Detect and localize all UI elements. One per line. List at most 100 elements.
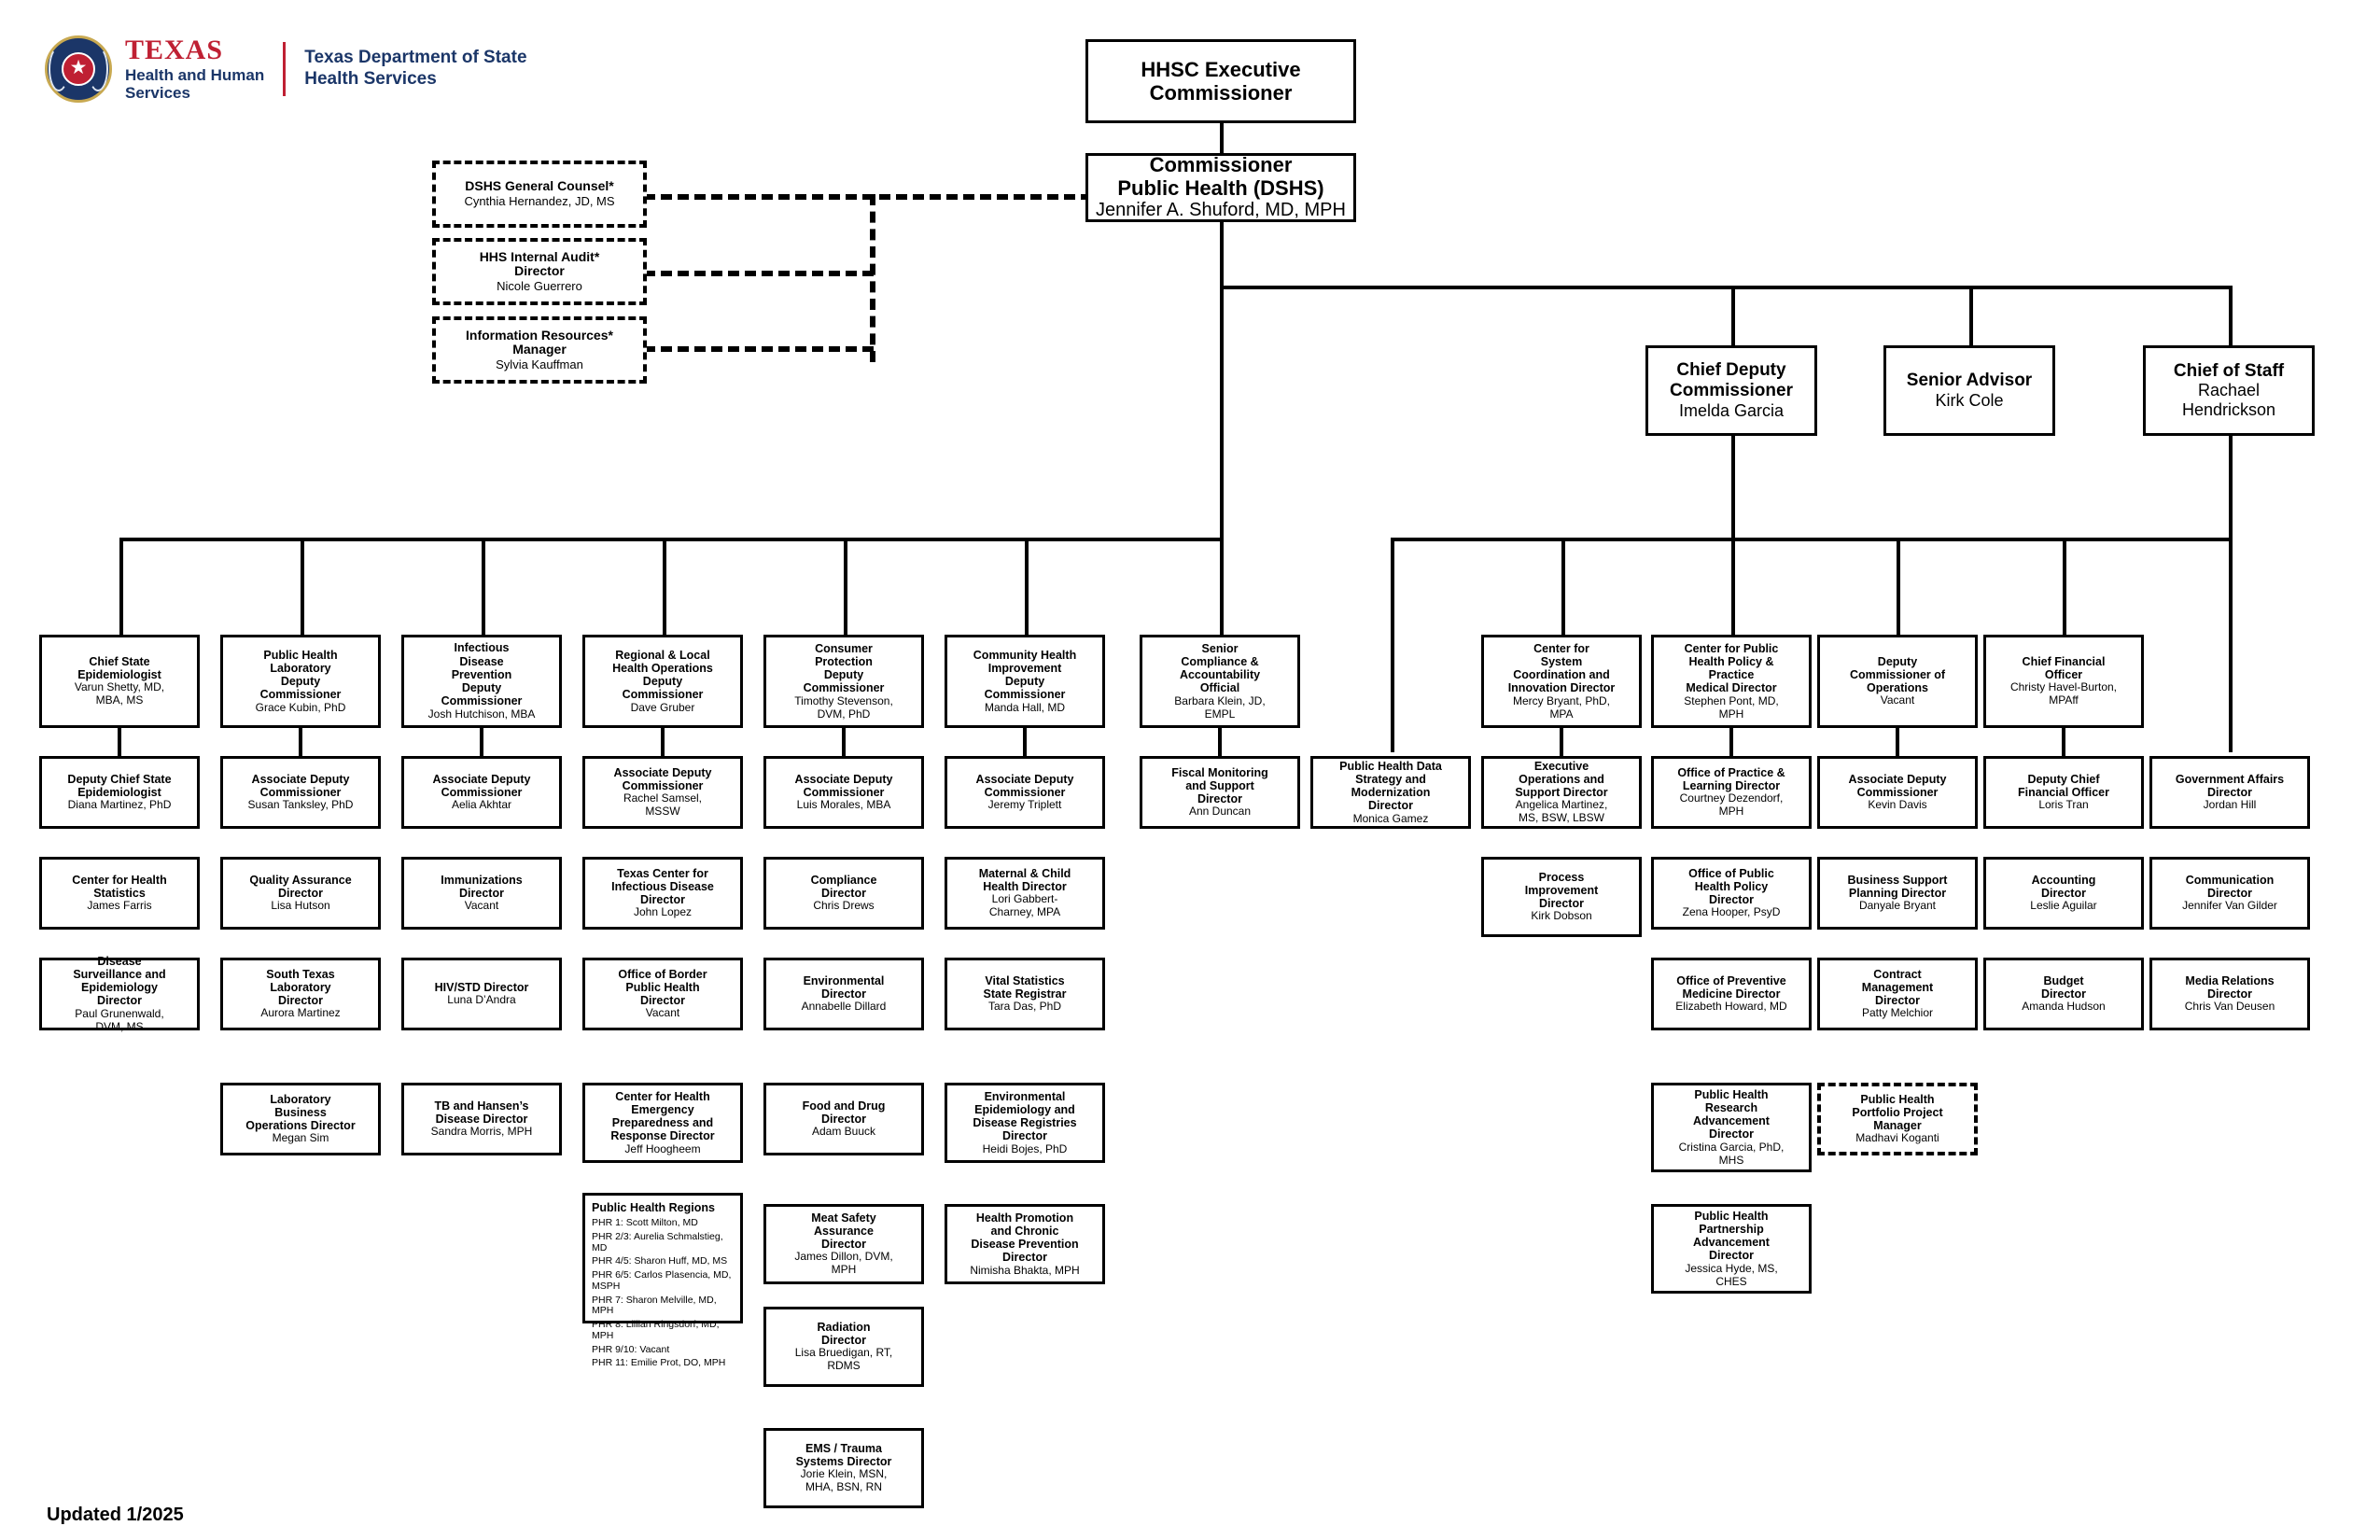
connector-head-to-child [118, 728, 121, 756]
box-title: Public Health Laboratory Deputy Commissione… [259, 648, 342, 702]
box-name: Loris Tran [2038, 798, 2089, 812]
box-center-for-health-emergency-preparedness-and-res: Center for Health Emergency Preparedness a… [582, 1083, 743, 1163]
connector-commissioner-down [1220, 220, 1224, 287]
box-title: DSHS General Counsel* [465, 178, 614, 194]
box-name: Kirk Dobson [1531, 909, 1592, 923]
box-dshs-general-counsel: DSHS General Counsel* Cynthia Hernandez,… [432, 161, 647, 228]
box-media-relations-director: Media Relations Director Chris Van Deusen [2149, 958, 2310, 1030]
box-chief-financial-officer: Chief Financial Officer Christy Havel-Burt… [1983, 635, 2144, 728]
box-name: Dave Gruber [630, 700, 695, 714]
connector-head-to-child [842, 728, 846, 756]
box-ems-trauma-systems-director: EMS / Trauma Systems Director Jorie Klein,… [763, 1428, 924, 1508]
logo-department-line1: Texas Department of State [304, 48, 527, 68]
box-chief-state-epidemiologist: Chief State Epidemiologist Varun Shetty, M… [39, 635, 200, 728]
box-office-of-preventive-medicine-director: Office of Preventive Medicine Director Eli… [1651, 958, 1812, 1030]
box-hhs-internal-audit: HHS Internal Audit* Director Nicole Guerr… [432, 238, 647, 305]
box-title: Infectious Disease Prevention Deputy Commiss… [441, 641, 523, 708]
box-title: Contract Management Director [1861, 967, 1934, 1008]
box-name: Jennifer Van Gilder [2182, 899, 2277, 913]
box-information-resources: Information Resources* Manager Sylvia Kau… [432, 316, 647, 384]
connector-drop-7 [1220, 538, 1224, 635]
box-name: Zena Hooper, PsyD [1682, 905, 1781, 919]
box-center-for-public-health-policy-practice-medical: Center for Public Health Policy & Practice… [1651, 635, 1812, 728]
box-title: Associate Deputy Commissioner [794, 772, 893, 800]
box-quality-assurance-director: Quality Assurance Director Lisa Hutson [220, 857, 381, 930]
box-title: TB and Hansen’s Disease Director [434, 1099, 529, 1127]
box-community-health-improvement-deputy-commissioner: Community Health Improvement Deputy Commiss… [945, 635, 1105, 728]
connector-drop-13 [2229, 538, 2233, 752]
box-title: Vital Statistics State Registrar [983, 973, 1067, 1001]
box-name: Annabelle Dillard [801, 1000, 887, 1014]
box-title: Center for Health Emergency Preparedness a… [610, 1089, 715, 1143]
box-name: Courtney Dezendorf, MPH [1679, 791, 1784, 819]
connector-drop-9 [1561, 538, 1565, 635]
box-radiation-director: Radiation Director Lisa Bruedigan, RT, RDMS [763, 1307, 924, 1387]
dashed-connector-spine [870, 194, 875, 362]
box-name: Leslie Aguilar [2030, 899, 2097, 913]
box-title: Commissioner Public Health (DSHS) [1117, 153, 1324, 201]
box-name: Adam Buuck [811, 1125, 876, 1139]
box-title: Center for System Coordination and Innovati… [1507, 641, 1616, 695]
box-name: Josh Hutchison, MBA [427, 707, 536, 721]
box-name: Barbara Klein, JD, EMPL [1174, 693, 1266, 721]
box-deputy-commissioner-of-operations: Deputy Commissioner of Operations Vacant [1817, 635, 1978, 728]
box-name: Cynthia Hernandez, JD, MS [464, 194, 615, 209]
box-hiv-std-director: HIV/STD Director Luna D’Andra [401, 958, 562, 1030]
box-title: Center for Health Statistics [72, 873, 167, 901]
box-name: Nicole Guerrero [497, 279, 582, 294]
connector-drop-11 [1897, 538, 1900, 635]
box-health-promotion-and-chronic-disease-prevention-: Health Promotion and Chronic Disease Preve… [945, 1204, 1105, 1284]
public-health-regions-header: Public Health Regions [592, 1201, 715, 1214]
box-title: Executive Operations and Support Director [1515, 759, 1608, 800]
box-title: Chief State Epidemiologist [77, 654, 161, 682]
box-maternal-child-health-director: Maternal & Child Health Director Lori Gabb… [945, 857, 1105, 930]
box-title: Associate Deputy Commissioner [975, 772, 1074, 800]
box-commissioner-public-health: Commissioner Public Health (DSHS) Jennife… [1085, 153, 1356, 222]
box-title: Chief of Staff [2173, 360, 2285, 381]
box-title: Associate Deputy Commissioner [613, 765, 712, 793]
box-name: Aelia Akhtar [451, 798, 512, 812]
box-meat-safety-assurance-director: Meat Safety Assurance Director James Dillon… [763, 1204, 924, 1284]
box-associate-deputy-commissioner: Associate Deputy Commissioner Aelia Akhtar [401, 756, 562, 829]
box-environmental-epidemiology-and-disease-registrie: Environmental Epidemiology and Disease Reg… [945, 1083, 1105, 1163]
box-deputy-chief-financial-officer: Deputy Chief Financial Officer Loris Tran [1983, 756, 2144, 829]
connector-head-to-child [661, 728, 665, 756]
box-title: Public Health Research Advancement Director [1693, 1087, 1770, 1141]
box-title: Associate Deputy Commissioner [432, 772, 531, 800]
connector-drop-4 [663, 538, 666, 635]
box-name: Lisa Bruedigan, RT, RDMS [794, 1346, 893, 1373]
box-title: Government Affairs Director [2175, 772, 2285, 800]
box-title: Chief Deputy Commissioner [1670, 360, 1793, 401]
box-title: Media Relations Director [2185, 973, 2275, 1001]
box-name: Diana Martinez, PhD [67, 798, 172, 812]
dashed-connector-general-counsel [644, 194, 1092, 200]
box-name: Jeremy Triplett [987, 798, 1062, 812]
box-public-health-partnership-advancement-director: Public Health Partnership Advancement Direc… [1651, 1204, 1812, 1294]
box-associate-deputy-commissioner: Associate Deputy Commissioner Susan Tanksl… [220, 756, 381, 829]
box-associate-deputy-commissioner: Associate Deputy Commissioner Kevin Davis [1817, 756, 1978, 829]
box-name: Jeff Hoogheem [624, 1141, 701, 1155]
dashed-connector-info-resources [644, 346, 874, 352]
box-title: Business Support Planning Director [1847, 873, 1948, 901]
box-title: Office of Public Health Policy Director [1688, 866, 1774, 907]
box-name: Vacant [464, 899, 499, 913]
box-name: Sylvia Kauffman [496, 357, 583, 372]
box-name: Mercy Bryant, PhD, MPA [1512, 693, 1611, 721]
box-office-of-practice-learning-director: Office of Practice & Learning Director Cou… [1651, 756, 1812, 829]
connector-head-to-child [1218, 728, 1222, 756]
box-title: Senior Advisor [1906, 371, 2033, 391]
box-title: Chief Financial Officer [2022, 654, 2106, 682]
connector-right-division-bus [1391, 538, 2231, 541]
connector-drop-12 [2063, 538, 2066, 635]
connector-to-chief-of-staff [2229, 286, 2233, 345]
box-title: South Texas Laboratory Director [266, 967, 335, 1008]
public-health-region-item: PHR 7: Sharon Melville, MD, MPH [592, 1294, 717, 1317]
box-texas-center-for-infectious-disease-director: Texas Center for Infectious Disease Direct… [582, 857, 743, 930]
box-immunizations-director: Immunizations Director Vacant [401, 857, 562, 930]
box-name: Varun Shetty, MD, MBA, MS [74, 680, 165, 707]
connector-head-to-child [1560, 728, 1563, 756]
box-chief-of-staff: Chief of Staff Rachael Hendrickson [2143, 345, 2315, 436]
connector-commissioner-spine [1220, 286, 1224, 539]
box-public-health-portfolio-project-manager: Public Health Portfolio Project Manager Mad… [1817, 1083, 1978, 1155]
box-associate-deputy-commissioner: Associate Deputy Commissioner Luis Morales… [763, 756, 924, 829]
